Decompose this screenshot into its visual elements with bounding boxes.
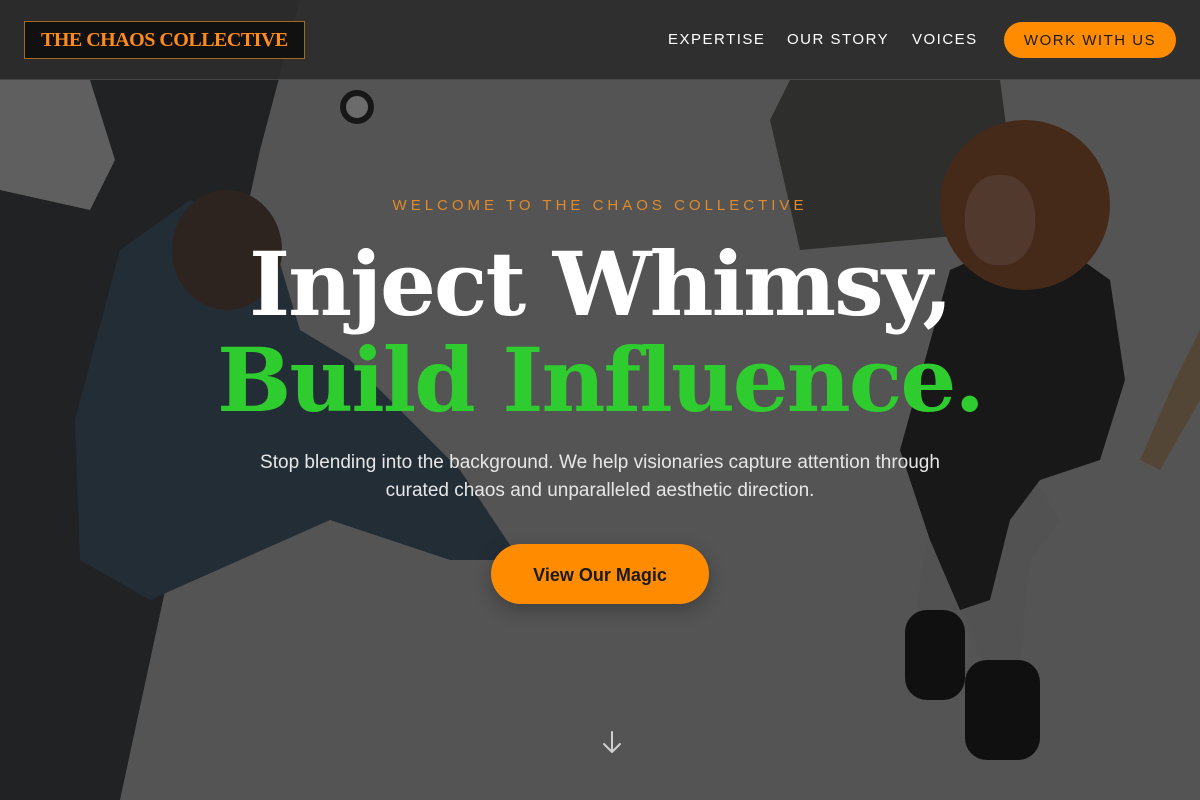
hero-eyebrow: WELCOME TO THE CHAOS COLLECTIVE xyxy=(392,197,808,214)
landing-page: THE CHAOS COLLECTIVE EXPERTISE OUR STORY… xyxy=(0,0,1200,800)
view-our-magic-button[interactable]: View Our Magic xyxy=(491,544,709,604)
site-header: THE CHAOS COLLECTIVE EXPERTISE OUR STORY… xyxy=(0,0,1200,80)
headline-line-2: Build Influence. xyxy=(217,328,985,432)
nav-link-our-story[interactable]: OUR STORY xyxy=(787,22,889,58)
nav-link-expertise[interactable]: EXPERTISE xyxy=(668,22,765,58)
work-with-us-button[interactable]: WORK WITH US xyxy=(1004,22,1176,58)
headline-line-1: Inject Whimsy, xyxy=(248,232,953,336)
nav-link-voices[interactable]: VOICES xyxy=(912,22,978,58)
arrow-down-icon[interactable] xyxy=(600,730,624,756)
hero-subtitle: Stop blending into the background. We he… xyxy=(260,452,940,501)
